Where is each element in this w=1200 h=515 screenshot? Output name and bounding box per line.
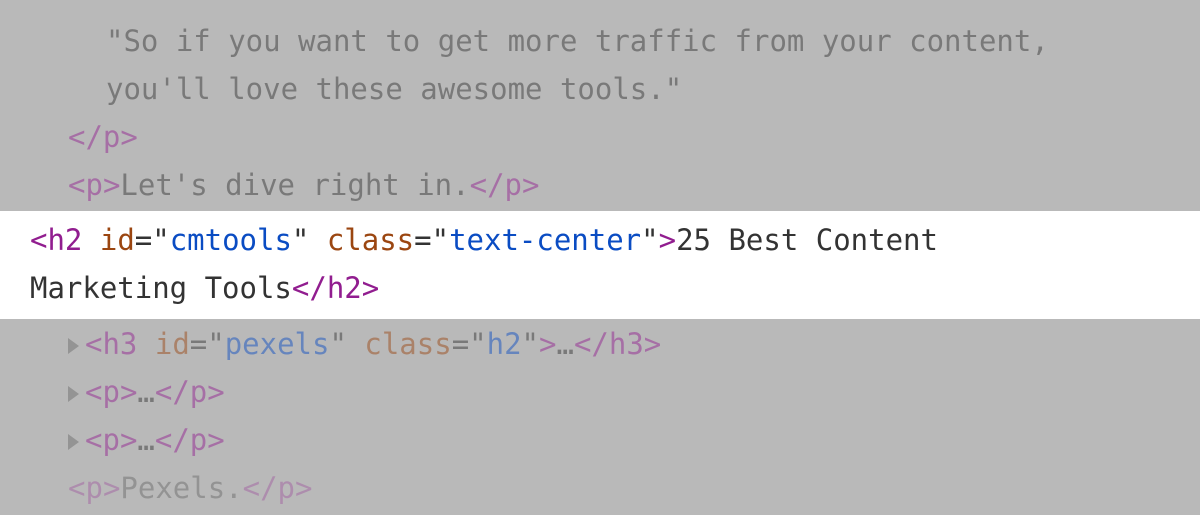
ellipsis: … bbox=[137, 423, 154, 457]
tag-bracket: < bbox=[85, 375, 102, 409]
tag-name: p bbox=[190, 375, 207, 409]
tag-bracket: </ bbox=[292, 271, 327, 305]
text-node: Pexels. bbox=[120, 471, 242, 505]
tag-bracket: </ bbox=[68, 120, 103, 154]
tag-bracket: </ bbox=[243, 471, 278, 505]
tag-bracket: </ bbox=[155, 423, 190, 457]
attr-name: class bbox=[364, 327, 451, 361]
tag-bracket: > bbox=[120, 423, 137, 457]
attr-value: pexels bbox=[225, 327, 330, 361]
tag-bracket: > bbox=[120, 120, 137, 154]
tag-bracket: </ bbox=[574, 327, 609, 361]
code-line-close-p[interactable]: </p> bbox=[0, 114, 1200, 162]
code-inspector: "So if you want to get more traffic from… bbox=[0, 0, 1200, 512]
code-line-text: "So if you want to get more traffic from… bbox=[0, 18, 1200, 66]
code-line-p-collapsed[interactable]: <p>…</p> bbox=[0, 369, 1200, 417]
expand-triangle-icon[interactable] bbox=[68, 338, 79, 354]
text-node: "So if you want to get more traffic from… bbox=[106, 24, 1066, 58]
tag-bracket: </ bbox=[470, 168, 505, 202]
tag-bracket: > bbox=[103, 168, 120, 202]
ellipsis: … bbox=[556, 327, 573, 361]
code-line-h3[interactable]: <h3 id="pexels" class="h2">…</h3> bbox=[0, 321, 1200, 369]
text-node: Marketing Tools bbox=[30, 271, 292, 305]
text-node: 25 Best Content bbox=[676, 223, 955, 257]
tag-bracket: > bbox=[659, 223, 676, 257]
tag-name: p bbox=[103, 120, 120, 154]
tag-bracket: > bbox=[295, 471, 312, 505]
attr-value: cmtools bbox=[170, 223, 292, 257]
tag-bracket: > bbox=[522, 168, 539, 202]
attr-name: id bbox=[155, 327, 190, 361]
punct: =" bbox=[190, 327, 225, 361]
tag-name: p bbox=[190, 423, 207, 457]
punct: =" bbox=[414, 223, 449, 257]
tag-name: h3 bbox=[609, 327, 644, 361]
tag-bracket: < bbox=[68, 471, 85, 505]
tag-bracket: > bbox=[120, 375, 137, 409]
punct: " bbox=[522, 327, 539, 361]
code-line-p-collapsed[interactable]: <p>…</p> bbox=[0, 417, 1200, 465]
attr-name: class bbox=[327, 223, 414, 257]
code-line-h2-highlighted[interactable]: <h2 id="cmtools" class="text-center">25 … bbox=[0, 211, 1200, 319]
tag-bracket: < bbox=[30, 223, 47, 257]
punct: " bbox=[329, 327, 364, 361]
tag-bracket: > bbox=[362, 271, 379, 305]
punct: " bbox=[641, 223, 658, 257]
punct: =" bbox=[135, 223, 170, 257]
ellipsis: … bbox=[137, 375, 154, 409]
text-node: Let's dive right in. bbox=[120, 168, 469, 202]
tag-bracket: > bbox=[207, 423, 224, 457]
tag-name: h2 bbox=[327, 271, 362, 305]
code-line-text: you'll love these awesome tools." bbox=[0, 66, 1200, 114]
tag-bracket: > bbox=[539, 327, 556, 361]
tag-name: p bbox=[278, 471, 295, 505]
code-line-p-pexels[interactable]: <p>Pexels.</p> bbox=[0, 465, 1200, 513]
attr-name: id bbox=[100, 223, 135, 257]
expand-triangle-icon[interactable] bbox=[68, 434, 79, 450]
attr-value: h2 bbox=[487, 327, 522, 361]
punct: " bbox=[292, 223, 327, 257]
attr-value: text-center bbox=[449, 223, 641, 257]
tag-name: h2 bbox=[47, 223, 99, 257]
tag-bracket: > bbox=[644, 327, 661, 361]
tag-name: p bbox=[85, 168, 102, 202]
tag-bracket: < bbox=[85, 327, 102, 361]
tag-bracket: </ bbox=[155, 375, 190, 409]
tag-name: p bbox=[102, 375, 119, 409]
tag-name: p bbox=[505, 168, 522, 202]
punct: =" bbox=[452, 327, 487, 361]
tag-bracket: > bbox=[103, 471, 120, 505]
tag-name: p bbox=[102, 423, 119, 457]
tag-bracket: < bbox=[85, 423, 102, 457]
code-line-p-dive[interactable]: <p>Let's dive right in.</p> bbox=[0, 162, 1200, 210]
expand-triangle-icon[interactable] bbox=[68, 386, 79, 402]
tag-bracket: < bbox=[68, 168, 85, 202]
tag-bracket: > bbox=[207, 375, 224, 409]
text-node: you'll love these awesome tools." bbox=[106, 72, 682, 106]
tag-name: p bbox=[85, 471, 102, 505]
tag-name: h3 bbox=[102, 327, 154, 361]
